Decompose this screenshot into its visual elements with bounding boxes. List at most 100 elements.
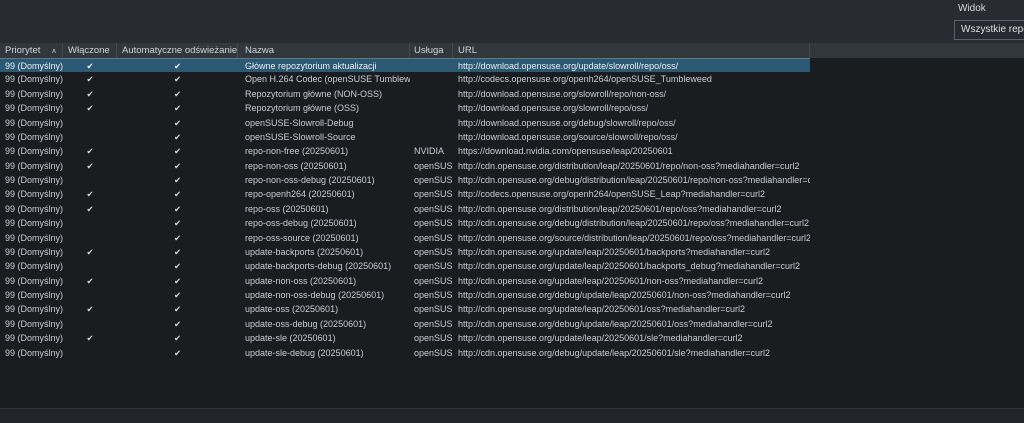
enabled-check-cell[interactable]: ✔: [63, 159, 117, 173]
name-cell: update-non-oss-debug (20250601): [245, 290, 385, 300]
table-row[interactable]: 99 (Domyślny) ✔ ✔ repo-oss (20250601) op…: [0, 202, 810, 216]
service-cell: openSUSE: [414, 203, 453, 214]
priority-cell: 99 (Domyślny): [5, 103, 63, 114]
column-header-enabled[interactable]: Włączone: [63, 43, 117, 58]
table-row[interactable]: 99 (Domyślny) ✔ ✔ repo-non-oss (20250601…: [0, 159, 810, 173]
autorefresh-check-cell[interactable]: ✔: [117, 144, 238, 158]
autorefresh-check-cell[interactable]: ✔: [117, 130, 238, 144]
autorefresh-check-cell[interactable]: ✔: [117, 173, 238, 187]
table-row[interactable]: 99 (Domyślny) ✔ openSUSE-Slowroll-Source…: [0, 130, 810, 144]
priority-cell: 99 (Domyślny): [5, 232, 63, 243]
autorefresh-check-cell[interactable]: ✔: [117, 216, 238, 230]
autorefresh-check-cell[interactable]: ✔: [117, 231, 238, 245]
autorefresh-check-cell[interactable]: ✔: [117, 202, 238, 216]
table-row[interactable]: 99 (Domyślny) ✔ openSUSE-Slowroll-Debug …: [0, 116, 810, 130]
table-row[interactable]: 99 (Domyślny) ✔ ✔ update-backports (2025…: [0, 245, 810, 259]
enabled-check-cell[interactable]: [63, 116, 117, 130]
service-cell: openSUSE: [414, 232, 453, 243]
autorefresh-check-cell[interactable]: ✔: [117, 274, 238, 288]
name-cell: openSUSE-Slowroll-Source: [245, 131, 356, 142]
table-row[interactable]: 99 (Domyślny) ✔ update-sle-debug (202506…: [0, 346, 810, 360]
bottom-button-area: [0, 409, 1024, 423]
enabled-check-cell[interactable]: ✔: [63, 59, 117, 72]
table-row[interactable]: 99 (Domyślny) ✔ update-non-oss-debug (20…: [0, 288, 810, 302]
table-row[interactable]: 99 (Domyślny) ✔ ✔ Repozytorium główne (N…: [0, 87, 810, 101]
table-row[interactable]: 99 (Domyślny) ✔ ✔ update-oss (20250601) …: [0, 302, 810, 316]
enabled-check-cell[interactable]: ✔: [63, 87, 117, 101]
enabled-check-cell[interactable]: [63, 259, 117, 273]
enabled-check-cell[interactable]: ✔: [63, 274, 117, 288]
service-cell: openSUSE: [414, 246, 453, 257]
priority-cell: 99 (Domyślny): [5, 218, 63, 229]
table-row[interactable]: 99 (Domyślny) ✔ ✔ Główne repozytorium ak…: [0, 58, 810, 73]
enabled-check-cell[interactable]: [63, 288, 117, 302]
url-cell: http://cdn.opensuse.org/update/leap/2025…: [458, 304, 745, 315]
autorefresh-check-cell[interactable]: ✔: [117, 101, 238, 115]
autorefresh-check-cell[interactable]: ✔: [117, 116, 238, 130]
enabled-check-cell[interactable]: ✔: [63, 187, 117, 201]
autorefresh-check-cell[interactable]: ✔: [117, 59, 238, 72]
url-cell: https://download.nvidia.com/opensuse/lea…: [458, 146, 673, 157]
autorefresh-check-cell[interactable]: ✔: [117, 72, 238, 86]
table-row[interactable]: 99 (Domyślny) ✔ ✔ Repozytorium główne (O…: [0, 101, 810, 115]
priority-cell: 99 (Domyślny): [5, 275, 63, 286]
autorefresh-check-cell[interactable]: ✔: [117, 187, 238, 201]
autorefresh-check-cell[interactable]: ✔: [117, 331, 238, 345]
column-header-name[interactable]: Nazwa: [238, 43, 410, 58]
column-header-url[interactable]: URL: [453, 43, 810, 58]
name-cell: repo-non-free (20250601): [245, 146, 349, 157]
enabled-check-cell[interactable]: [63, 317, 117, 331]
name-cell: openSUSE-Slowroll-Debug: [245, 117, 354, 128]
table-row[interactable]: 99 (Domyślny) ✔ update-backports-debug (…: [0, 259, 810, 273]
priority-cell: 99 (Domyślny): [5, 117, 63, 128]
table-row[interactable]: 99 (Domyślny) ✔ update-oss-debug (202506…: [0, 317, 810, 331]
enabled-check-cell[interactable]: ✔: [63, 101, 117, 115]
enabled-check-cell[interactable]: ✔: [63, 245, 117, 259]
enabled-check-cell[interactable]: [63, 173, 117, 187]
autorefresh-check-cell[interactable]: ✔: [117, 87, 238, 101]
enabled-check-cell[interactable]: ✔: [63, 144, 117, 158]
enabled-check-cell[interactable]: [63, 216, 117, 230]
service-cell: openSUSE: [414, 347, 453, 358]
table-row[interactable]: 99 (Domyślny) ✔ repo-oss-source (2025060…: [0, 231, 810, 245]
table-row[interactable]: 99 (Domyślny) ✔ ✔ repo-non-free (2025060…: [0, 144, 810, 158]
autorefresh-check-cell[interactable]: ✔: [117, 288, 238, 302]
name-cell: repo-non-oss-debug (20250601): [245, 175, 375, 185]
column-header-priority[interactable]: Priorytet ∧: [0, 43, 63, 58]
autorefresh-check-cell[interactable]: ✔: [117, 346, 238, 360]
table-row[interactable]: 99 (Domyślny) ✔ ✔ update-non-oss (202506…: [0, 274, 810, 288]
url-cell: http://cdn.opensuse.org/update/leap/2025…: [458, 246, 770, 257]
enabled-check-cell[interactable]: ✔: [63, 202, 117, 216]
autorefresh-check-cell[interactable]: ✔: [117, 317, 238, 331]
autorefresh-check-cell[interactable]: ✔: [117, 159, 238, 173]
column-header-service[interactable]: Usługa: [410, 43, 453, 58]
enabled-check-cell[interactable]: ✔: [63, 72, 117, 86]
enabled-check-cell[interactable]: ✔: [63, 302, 117, 316]
autorefresh-check-cell[interactable]: ✔: [117, 302, 238, 316]
table-row[interactable]: 99 (Domyślny) ✔ repo-oss-debug (20250601…: [0, 216, 810, 230]
priority-cell: 99 (Domyślny): [5, 175, 63, 185]
url-cell: http://cdn.opensuse.org/debug/distributi…: [458, 175, 810, 185]
enabled-check-cell[interactable]: [63, 130, 117, 144]
repository-manager-window: Widok Wszystkie repozytoria Priorytet ∧ …: [0, 0, 1024, 423]
priority-cell: 99 (Domyślny): [5, 74, 63, 85]
url-cell: http://cdn.opensuse.org/debug/update/lea…: [458, 347, 770, 358]
table-row[interactable]: 99 (Domyślny) ✔ ✔ repo-openh264 (2025060…: [0, 187, 810, 201]
service-cell: openSUSE: [414, 189, 453, 200]
autorefresh-check-cell[interactable]: ✔: [117, 245, 238, 259]
service-cell: [410, 116, 453, 130]
enabled-check-cell[interactable]: [63, 346, 117, 360]
view-filter-dropdown[interactable]: Wszystkie repozytoria: [954, 20, 1024, 40]
table-row[interactable]: 99 (Domyślny) ✔ repo-non-oss-debug (2025…: [0, 173, 810, 187]
service-cell: [410, 72, 453, 86]
table-row[interactable]: 99 (Domyślny) ✔ ✔ update-sle (20250601) …: [0, 331, 810, 345]
priority-cell: 99 (Domyślny): [5, 304, 63, 315]
autorefresh-check-cell[interactable]: ✔: [117, 259, 238, 273]
enabled-check-cell[interactable]: [63, 231, 117, 245]
column-header-autorefresh[interactable]: Automatyczne odświeżanie: [117, 43, 238, 58]
service-cell: openSUSE: [414, 218, 453, 229]
enabled-check-cell[interactable]: ✔: [63, 331, 117, 345]
name-cell: repo-oss (20250601): [245, 203, 329, 214]
priority-cell: 99 (Domyślny): [5, 290, 63, 300]
table-row[interactable]: 99 (Domyślny) ✔ ✔ Open H.264 Codec (open…: [0, 72, 810, 86]
